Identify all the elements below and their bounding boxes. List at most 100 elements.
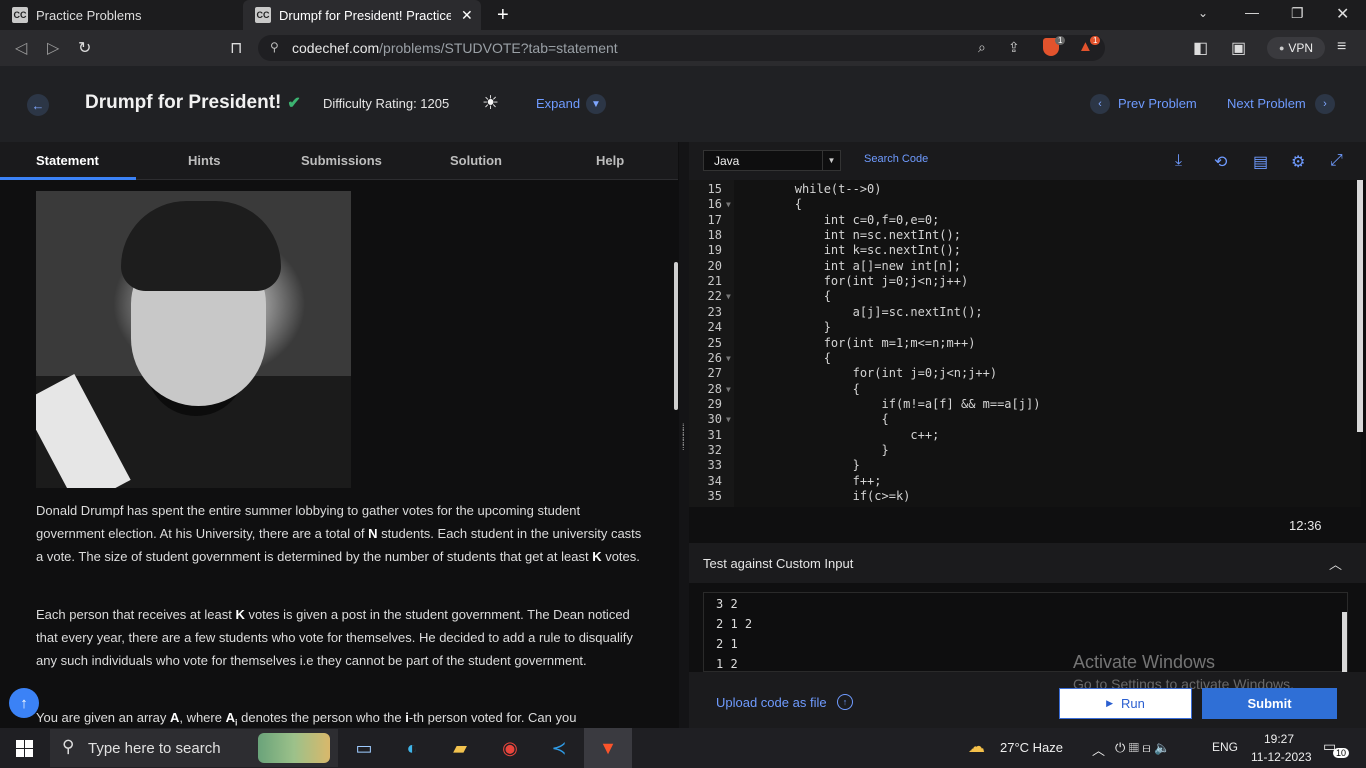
text-segment: You are given an array — [36, 710, 170, 725]
tab-drumpf[interactable]: CC Drumpf for President! Practice C ✕ — [243, 0, 481, 30]
close-window-icon[interactable]: ✕ — [1336, 4, 1349, 24]
fold-chevron-icon[interactable]: ▼ — [726, 382, 731, 397]
tab-help[interactable]: Help — [596, 153, 624, 168]
task-view-icon[interactable]: ▭ — [351, 736, 377, 760]
reset-code-icon[interactable]: ⟲ — [1214, 152, 1227, 172]
editor-scrollbar[interactable] — [1357, 180, 1363, 432]
tab-search-chevron-icon[interactable]: ⌄ — [1198, 6, 1208, 20]
code-text: int a[]=new int[n]; — [737, 258, 961, 273]
tab-label: Practice Problems — [36, 7, 142, 23]
notification-badge: 10 — [1333, 748, 1350, 758]
reload-icon[interactable]: ↻ — [78, 38, 91, 58]
zoom-icon[interactable]: ⌕ — [978, 39, 986, 56]
share-icon[interactable]: ⇪ — [1008, 39, 1020, 56]
next-chevron-icon[interactable]: › — [1315, 94, 1335, 114]
statement-paragraph-1: Donald Drumpf has spent the entire summe… — [36, 499, 646, 568]
windows-start-icon[interactable] — [16, 740, 33, 757]
code-editor[interactable]: 15 while(t-->0) 16 ▼ {17 int c=0,f=0,e=0; 1… — [689, 180, 1361, 507]
url-path: /problems/STUDVOTE?tab=statement — [379, 40, 618, 56]
restore-icon[interactable]: ❐ — [1291, 5, 1304, 22]
upload-icon[interactable]: ↑ — [837, 694, 853, 710]
elapsed-timer: 12:36 — [1289, 518, 1322, 533]
bookmark-icon[interactable]: ⊓ — [230, 38, 242, 58]
language-select[interactable]: Java ▼ — [703, 150, 841, 171]
run-button[interactable]: ▶ Run — [1059, 688, 1192, 719]
line-number: 18 — [707, 228, 722, 243]
tab-statement[interactable]: Statement — [36, 153, 99, 168]
prev-problem-link[interactable]: Prev Problem — [1118, 96, 1197, 111]
search-highlight-icon — [258, 733, 330, 763]
input-language[interactable]: ENG — [1212, 740, 1238, 754]
fold-chevron-icon[interactable]: ▼ — [726, 289, 731, 304]
codechef-favicon-icon: CC — [12, 7, 28, 23]
code-text: for(int j=0;j<n;j++) — [737, 274, 969, 289]
fullscreen-icon[interactable]: ⤢ — [1330, 152, 1343, 170]
statement-paragraph-2: Each person that receives at least K vot… — [36, 603, 646, 672]
weather-text[interactable]: 27°C Haze — [1000, 740, 1063, 755]
vpn-button[interactable]: ● VPN — [1267, 37, 1325, 59]
new-tab-icon[interactable]: + — [497, 4, 509, 27]
tab-solution[interactable]: Solution — [450, 153, 502, 168]
taskbar-search-box[interactable]: ⚲ Type here to search — [50, 729, 338, 767]
chrome-icon[interactable]: ◉ — [497, 736, 523, 760]
tab-practice-problems[interactable]: CC Practice Problems — [0, 0, 242, 30]
line-number: 30 — [707, 412, 722, 427]
save-icon[interactable]: ▤ — [1253, 152, 1268, 172]
tab-submissions[interactable]: Submissions — [301, 153, 382, 168]
vscode-icon[interactable]: ≺ — [546, 736, 572, 760]
wallet-icon[interactable]: ▣ — [1231, 38, 1246, 58]
upload-file-link[interactable]: Upload code as file — [716, 695, 827, 710]
text-segment: votes. — [601, 549, 640, 564]
drag-handle-icon[interactable]: ⁞ ⁞ ⁞ ⁞ ⁞ — [682, 423, 685, 452]
system-tray-icons[interactable]: ⏻ ▦ ⊟ 🔈 — [1115, 740, 1170, 756]
minimize-icon[interactable]: — — [1245, 4, 1259, 20]
code-text: if(c>=k) — [737, 489, 911, 503]
search-icon: ⚲ — [62, 737, 75, 756]
back-icon[interactable]: ◁ — [15, 38, 27, 58]
line-number: 34 — [707, 473, 722, 488]
settings-gear-icon[interactable]: ⚙ — [1291, 152, 1305, 172]
custom-input-textarea[interactable]: 3 2 2 1 2 2 1 1 2 — [703, 592, 1348, 672]
code-text: } — [737, 442, 889, 457]
code-text: int k=sc.nextInt(); — [737, 243, 961, 258]
difficulty-rating: Difficulty Rating: 1205 — [323, 96, 450, 111]
clock-time[interactable]: 19:27 — [1264, 732, 1294, 746]
line-number: 28 — [707, 381, 722, 396]
next-problem-link[interactable]: Next Problem — [1227, 96, 1306, 111]
tray-chevron-icon[interactable]: ︿ — [1092, 740, 1105, 759]
fold-chevron-icon[interactable]: ▼ — [726, 412, 731, 427]
search-code-link[interactable]: Search Code — [864, 153, 928, 165]
forward-icon[interactable]: ▷ — [47, 38, 59, 58]
problem-header: ← Drumpf for President! ✔ Difficulty Rati… — [0, 66, 1366, 142]
edge-icon[interactable]: ◐ — [399, 736, 425, 760]
scroll-to-top-icon[interactable]: ↑ — [9, 688, 39, 718]
brave-taskbar-icon[interactable]: ▼ — [595, 736, 621, 760]
download-icon[interactable]: ⤓ — [1175, 152, 1182, 170]
chevron-down-icon[interactable]: ▼ — [586, 94, 606, 114]
tab-hints[interactable]: Hints — [188, 153, 221, 168]
code-text: if(m!=a[f] && m==a[j]) — [737, 396, 1041, 411]
menu-icon[interactable]: ≡ — [1337, 38, 1346, 56]
code-text: a[j]=sc.nextInt(); — [737, 304, 983, 319]
file-explorer-icon[interactable]: ▰ — [447, 736, 473, 760]
close-tab-icon[interactable]: ✕ — [461, 7, 473, 24]
expand-link[interactable]: Expand — [536, 96, 580, 111]
back-arrow-icon[interactable]: ← — [27, 94, 49, 116]
clock-date[interactable]: 11-12-2023 — [1251, 750, 1312, 764]
fold-chevron-icon[interactable]: ▼ — [726, 197, 731, 212]
line-number: 33 — [707, 458, 722, 473]
custom-input-scrollbar[interactable] — [1342, 612, 1347, 672]
statement-scrollbar[interactable] — [674, 262, 678, 410]
vpn-status-icon: ● — [1278, 43, 1285, 53]
site-info-icon[interactable]: ⚲ — [270, 40, 279, 54]
theme-toggle-sun-icon[interactable]: ☀ — [482, 92, 499, 115]
line-number: 29 — [707, 396, 722, 411]
url-field[interactable]: ⚲ codechef.com/problems/STUDVOTE?tab=sta… — [258, 35, 1105, 61]
code-text: } — [737, 320, 831, 335]
fold-chevron-icon[interactable]: ▼ — [726, 351, 731, 366]
code-text: { — [737, 381, 860, 396]
sidebar-icon[interactable]: ◧ — [1193, 38, 1208, 58]
prev-chevron-icon[interactable]: ‹ — [1090, 94, 1110, 114]
submit-button[interactable]: Submit — [1202, 688, 1337, 719]
chevron-up-icon[interactable]: ︿ — [1329, 554, 1342, 573]
